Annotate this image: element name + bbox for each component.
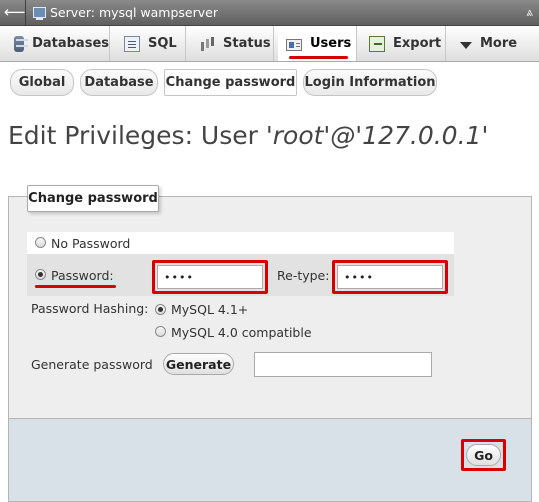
- tab-more[interactable]: More: [452, 26, 532, 61]
- subtab-database[interactable]: Database: [80, 69, 158, 96]
- page-title: Edit Privileges: User 'root'@'127.0.0.1': [8, 121, 488, 150]
- tab-sql[interactable]: SQL: [116, 26, 186, 61]
- users-icon: [286, 38, 302, 51]
- go-button[interactable]: Go: [466, 444, 501, 466]
- tab-export-label: Export: [393, 36, 442, 51]
- tab-more-label: More: [480, 36, 518, 51]
- subtab-global-label: Global: [18, 75, 66, 90]
- tab-sql-label: SQL: [148, 36, 177, 51]
- no-password-label[interactable]: No Password: [51, 236, 130, 251]
- main-tab-bar: Databases SQL Status Users Export More: [0, 26, 539, 62]
- hashing-mysql41-radio[interactable]: [155, 304, 166, 315]
- back-arrow-icon[interactable]: ⟵: [4, 4, 26, 20]
- database-icon: [14, 35, 29, 52]
- chevron-down-icon: [460, 41, 472, 49]
- tab-status[interactable]: Status: [191, 26, 274, 61]
- subtab-login-information-label: Login Information: [304, 75, 436, 90]
- hashing-mysql41-label[interactable]: MySQL 4.1+: [171, 302, 248, 317]
- generate-button[interactable]: Generate: [163, 353, 234, 375]
- server-icon: [33, 7, 46, 20]
- retype-input[interactable]: ••••: [337, 265, 443, 289]
- subtab-database-label: Database: [84, 75, 154, 90]
- tab-export[interactable]: Export: [361, 26, 446, 61]
- tab-databases-label: Databases: [32, 36, 109, 51]
- fieldset-legend: Change password: [27, 185, 159, 212]
- tab-status-label: Status: [223, 36, 271, 51]
- page-title-prefix: Edit Privileges: User: [8, 121, 266, 150]
- password-label-highlight: [35, 285, 116, 288]
- password-radio[interactable]: [35, 269, 46, 280]
- server-bar-divider: [25, 0, 26, 26]
- generated-password-field[interactable]: [254, 352, 432, 377]
- form-footer: [8, 418, 532, 502]
- sql-icon: [124, 35, 140, 52]
- collapse-icon[interactable]: ⩓: [526, 5, 533, 20]
- hashing-label: Password Hashing:: [31, 301, 149, 316]
- password-input[interactable]: ••••: [157, 265, 263, 289]
- no-password-radio[interactable]: [35, 237, 46, 248]
- hashing-mysql40-radio[interactable]: [155, 326, 166, 337]
- subtab-login-information[interactable]: Login Information: [303, 69, 437, 96]
- generate-password-label: Generate password: [31, 357, 153, 372]
- subtab-global[interactable]: Global: [10, 69, 74, 96]
- page-title-user: 'root'@'127.0.0.1': [265, 121, 489, 150]
- tab-users-label: Users: [310, 36, 352, 51]
- users-tab-highlight: [289, 56, 348, 59]
- hashing-mysql40-label[interactable]: MySQL 4.0 compatible: [171, 325, 312, 340]
- subtab-change-password[interactable]: Change password: [164, 69, 297, 96]
- server-title[interactable]: Server: mysql wampserver: [50, 5, 218, 20]
- retype-label: Re-type:: [277, 268, 330, 283]
- subtab-change-password-label: Change password: [165, 75, 296, 90]
- export-icon: [369, 35, 385, 52]
- server-bar: ⟵ Server: mysql wampserver ⩓: [0, 0, 539, 26]
- password-label[interactable]: Password:: [51, 268, 114, 283]
- status-icon: [199, 36, 215, 52]
- tab-databases[interactable]: Databases: [6, 26, 110, 61]
